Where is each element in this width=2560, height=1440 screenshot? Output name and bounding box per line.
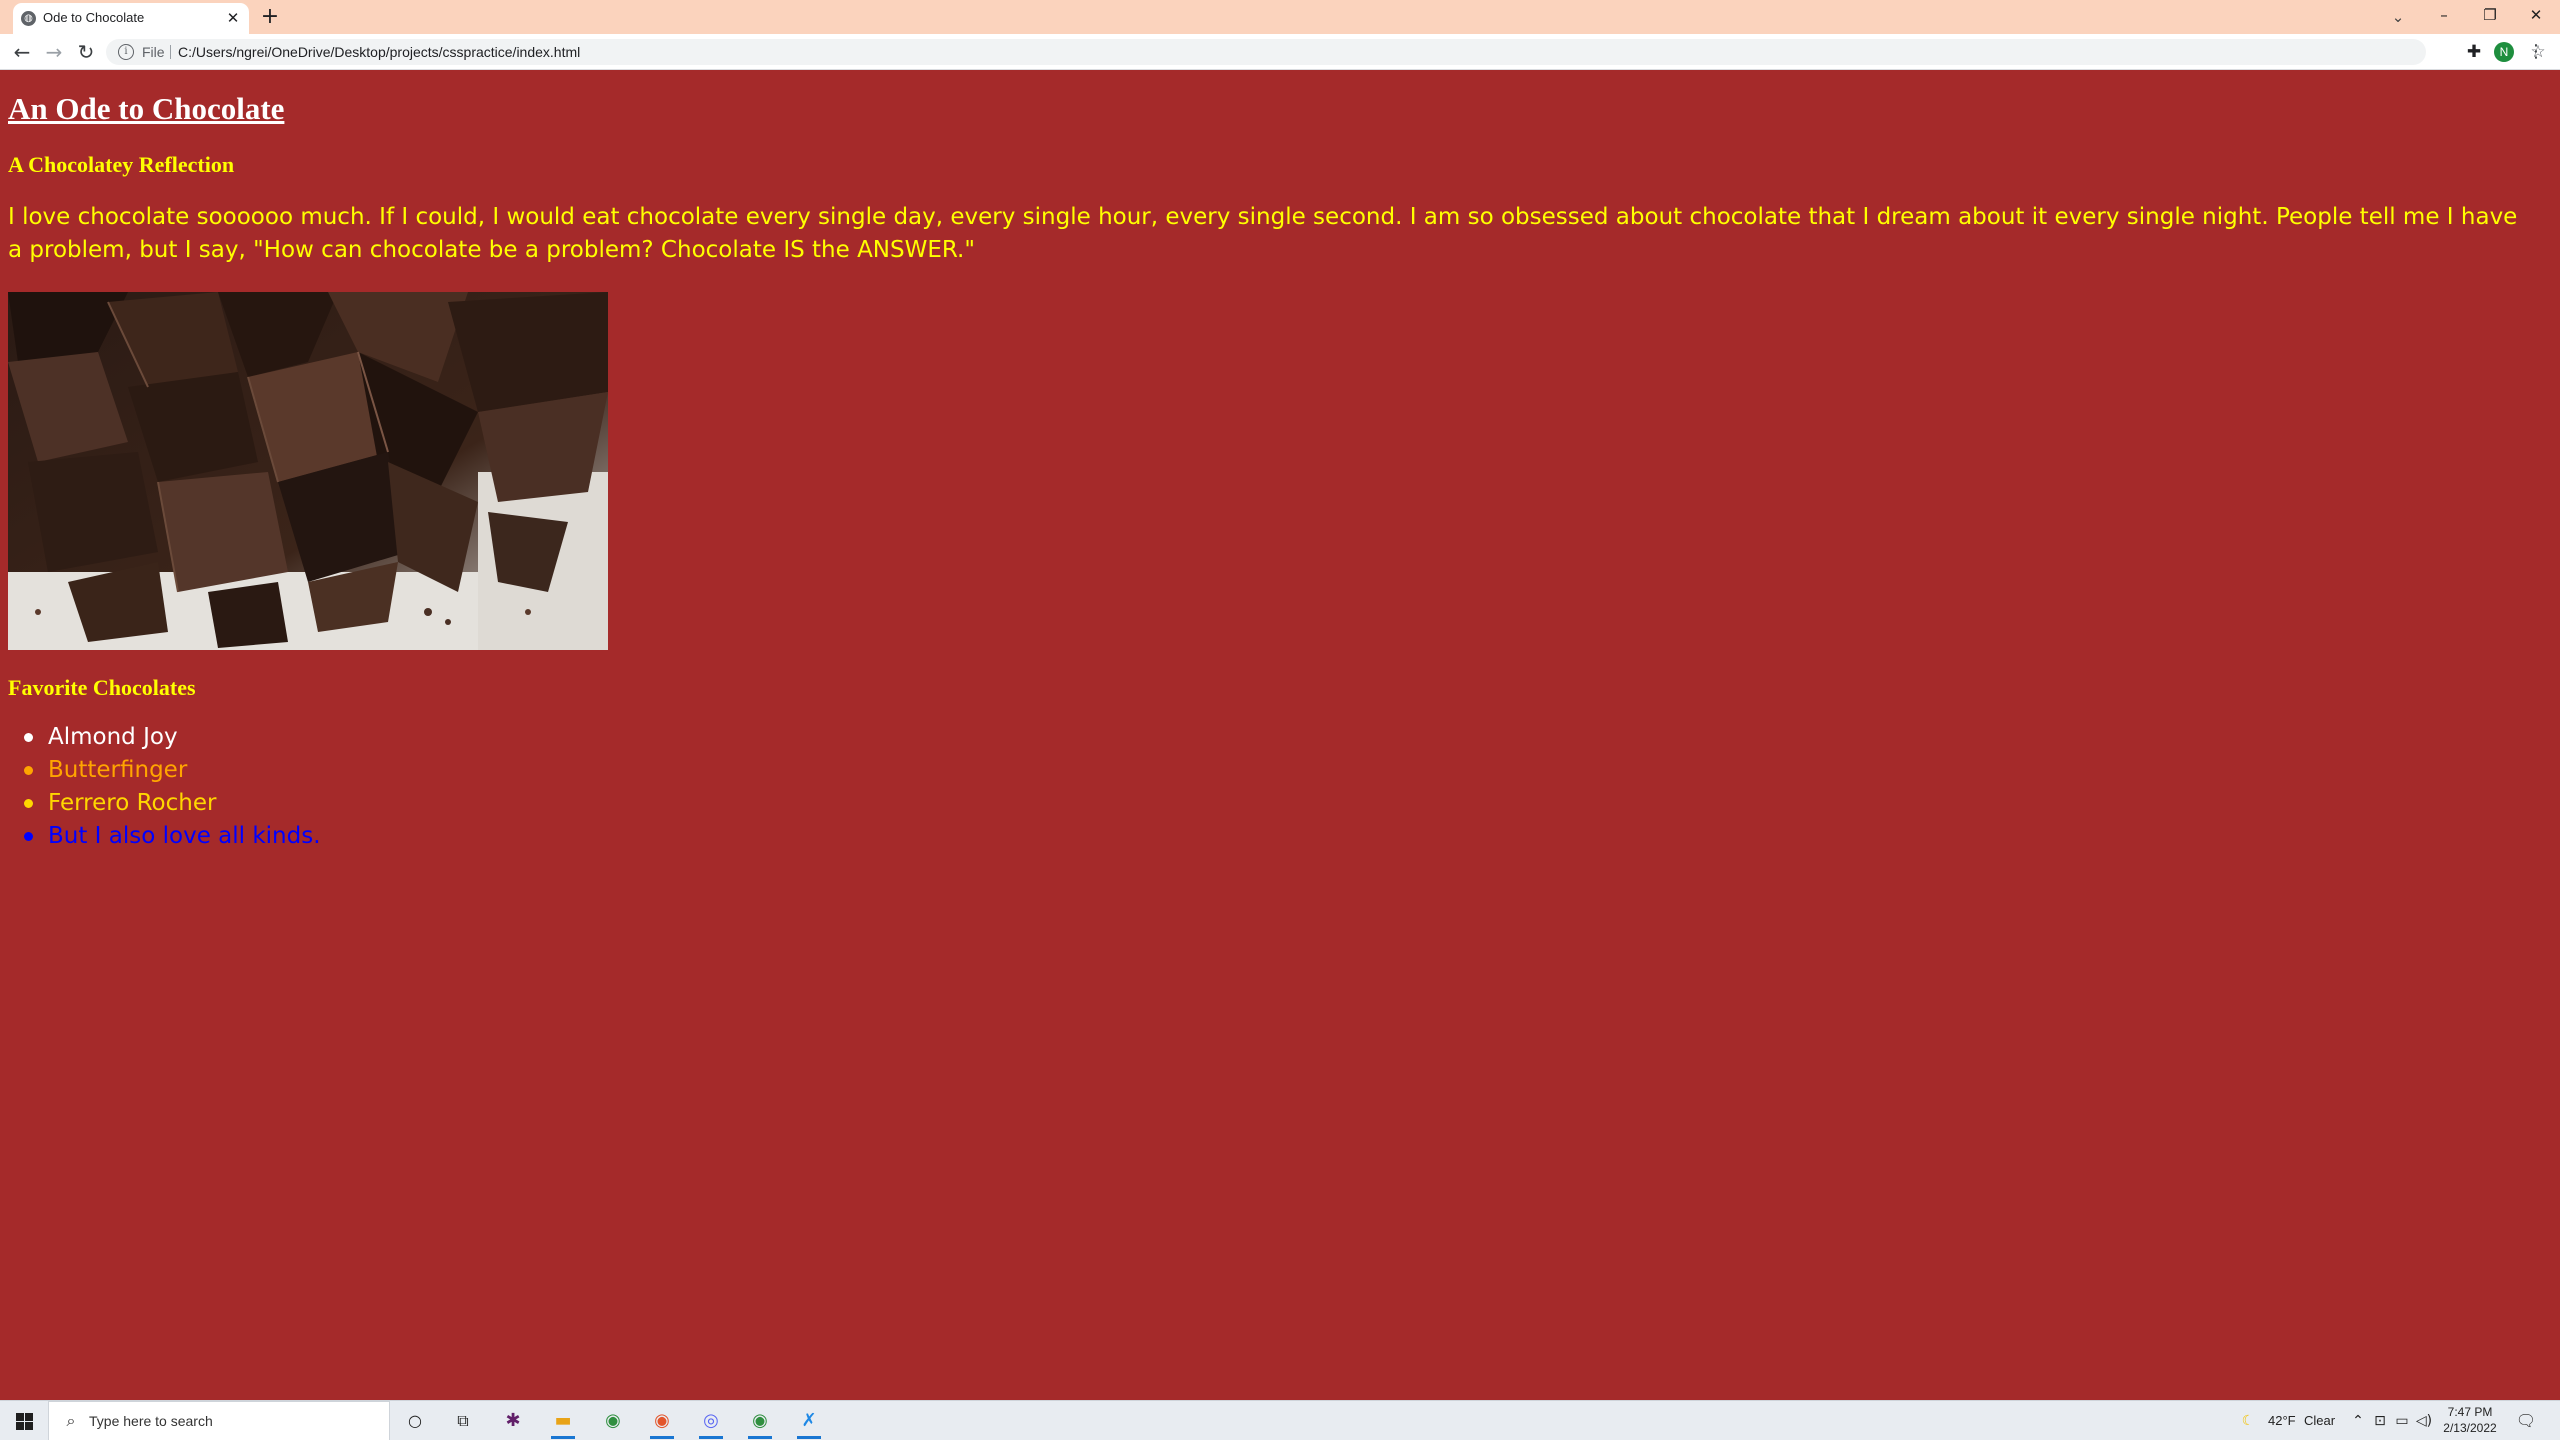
chrome-canary-icon[interactable]: ◉ <box>647 1407 677 1439</box>
extensions-puzzle-icon[interactable]: ✚ <box>2462 39 2486 65</box>
profile-avatar[interactable]: N <box>2494 42 2514 62</box>
display-icon[interactable]: ▭ <box>2392 1410 2412 1432</box>
tab-title: Ode to Chocolate <box>43 10 145 25</box>
bullet-icon <box>24 766 33 775</box>
browser-tab[interactable]: ◍ Ode to Chocolate ✕ <box>13 3 249 34</box>
network-icon[interactable]: ⊡ <box>2370 1410 2390 1432</box>
forward-arrow-icon[interactable]: → <box>40 39 68 65</box>
browser-toolbar: ← → ↻ i File C:/Users/ngrei/OneDrive/Des… <box>0 34 2560 70</box>
tab-strip: ◍ Ode to Chocolate ✕ + ⌄ – ❐ ✕ <box>0 0 2560 34</box>
address-bar[interactable]: i File C:/Users/ngrei/OneDrive/Desktop/p… <box>106 39 2546 65</box>
active-indicator <box>551 1436 575 1439</box>
search-icon: ⌕ <box>66 1411 76 1430</box>
list-item-label: Butterfinger <box>48 757 188 783</box>
discord-icon[interactable]: ◎ <box>696 1407 726 1439</box>
taskbar-search-box[interactable]: ⌕ Type here to search <box>48 1401 390 1440</box>
tab-search-icon[interactable]: ⌄ <box>2384 3 2412 31</box>
list-item: Butterfinger <box>8 754 408 787</box>
active-indicator <box>748 1436 772 1439</box>
notification-icon[interactable]: 🗨 <box>2514 1409 2538 1433</box>
cortana-icon[interactable]: ○ <box>400 1407 430 1435</box>
url-scheme-label: File <box>142 44 165 60</box>
intro-paragraph: I love chocolate soooooo much. If I coul… <box>8 204 2518 263</box>
close-window-button[interactable]: ✕ <box>2513 0 2559 30</box>
more-menu-icon[interactable]: ⋮ <box>2524 39 2548 65</box>
clock-time: 7:47 PM <box>2447 1405 2493 1419</box>
list-item: But I also love all kinds. <box>8 820 408 853</box>
bullet-icon <box>24 799 33 808</box>
slack-icon[interactable]: ✱ <box>498 1407 528 1435</box>
restore-button[interactable]: ❐ <box>2467 0 2513 30</box>
chevron-up-icon[interactable]: ⌃ <box>2348 1410 2368 1432</box>
active-indicator <box>699 1436 723 1439</box>
url-text[interactable]: C:/Users/ngrei/OneDrive/Desktop/projects… <box>178 44 580 60</box>
clock-date: 2/13/2022 <box>2443 1421 2497 1435</box>
reload-icon[interactable]: ↻ <box>72 39 100 65</box>
weather-condition[interactable]: Clear <box>2304 1413 2335 1428</box>
new-tab-button[interactable]: + <box>257 4 283 30</box>
weather-moon-icon[interactable]: ☾ <box>2238 1410 2258 1432</box>
file-explorer-icon[interactable]: ▬ <box>548 1407 578 1439</box>
web-page: An Ode to Chocolate A Chocolatey Reflect… <box>0 71 2560 1400</box>
list-item-label: But I also love all kinds. <box>48 823 321 849</box>
close-tab-icon[interactable]: ✕ <box>223 8 243 28</box>
windows-start-icon[interactable] <box>0 1401 48 1440</box>
search-placeholder: Type here to search <box>89 1413 213 1429</box>
list-item-label: Almond Joy <box>48 724 178 750</box>
chrome-profile-icon[interactable]: ◉ <box>745 1407 775 1439</box>
chocolate-image <box>8 292 608 650</box>
info-icon[interactable]: i <box>118 44 134 60</box>
globe-icon: ◍ <box>21 11 36 26</box>
list-item: Ferrero Rocher <box>8 787 408 820</box>
favorites-heading: Favorite Chocolates <box>8 675 196 700</box>
omnibox-divider <box>170 45 171 59</box>
bullet-icon <box>24 832 33 841</box>
page-title: An Ode to Chocolate <box>8 91 285 126</box>
list-item: Almond Joy <box>8 721 408 754</box>
list-item-label: Ferrero Rocher <box>48 790 217 816</box>
task-view-icon[interactable]: ⧉ <box>448 1407 478 1435</box>
chrome-icon[interactable]: ◉ <box>598 1407 628 1435</box>
volume-icon[interactable]: ◁) <box>2414 1410 2434 1432</box>
active-indicator <box>797 1436 821 1439</box>
active-indicator <box>650 1436 674 1439</box>
page-subtitle: A Chocolatey Reflection <box>8 152 235 177</box>
vscode-icon[interactable]: ✗ <box>794 1407 824 1439</box>
bullet-icon <box>24 733 33 742</box>
back-arrow-icon[interactable]: ← <box>8 39 36 65</box>
minimize-button[interactable]: – <box>2421 0 2467 30</box>
taskbar-clock[interactable]: 7:47 PM 2/13/2022 <box>2440 1404 2500 1436</box>
windows-taskbar: ⌕ Type here to search ○ ⧉ ✱ ▬ ◉ ◉ ◎ ◉ ✗ … <box>0 1400 2560 1440</box>
weather-temp[interactable]: 42°F <box>2268 1413 2296 1428</box>
